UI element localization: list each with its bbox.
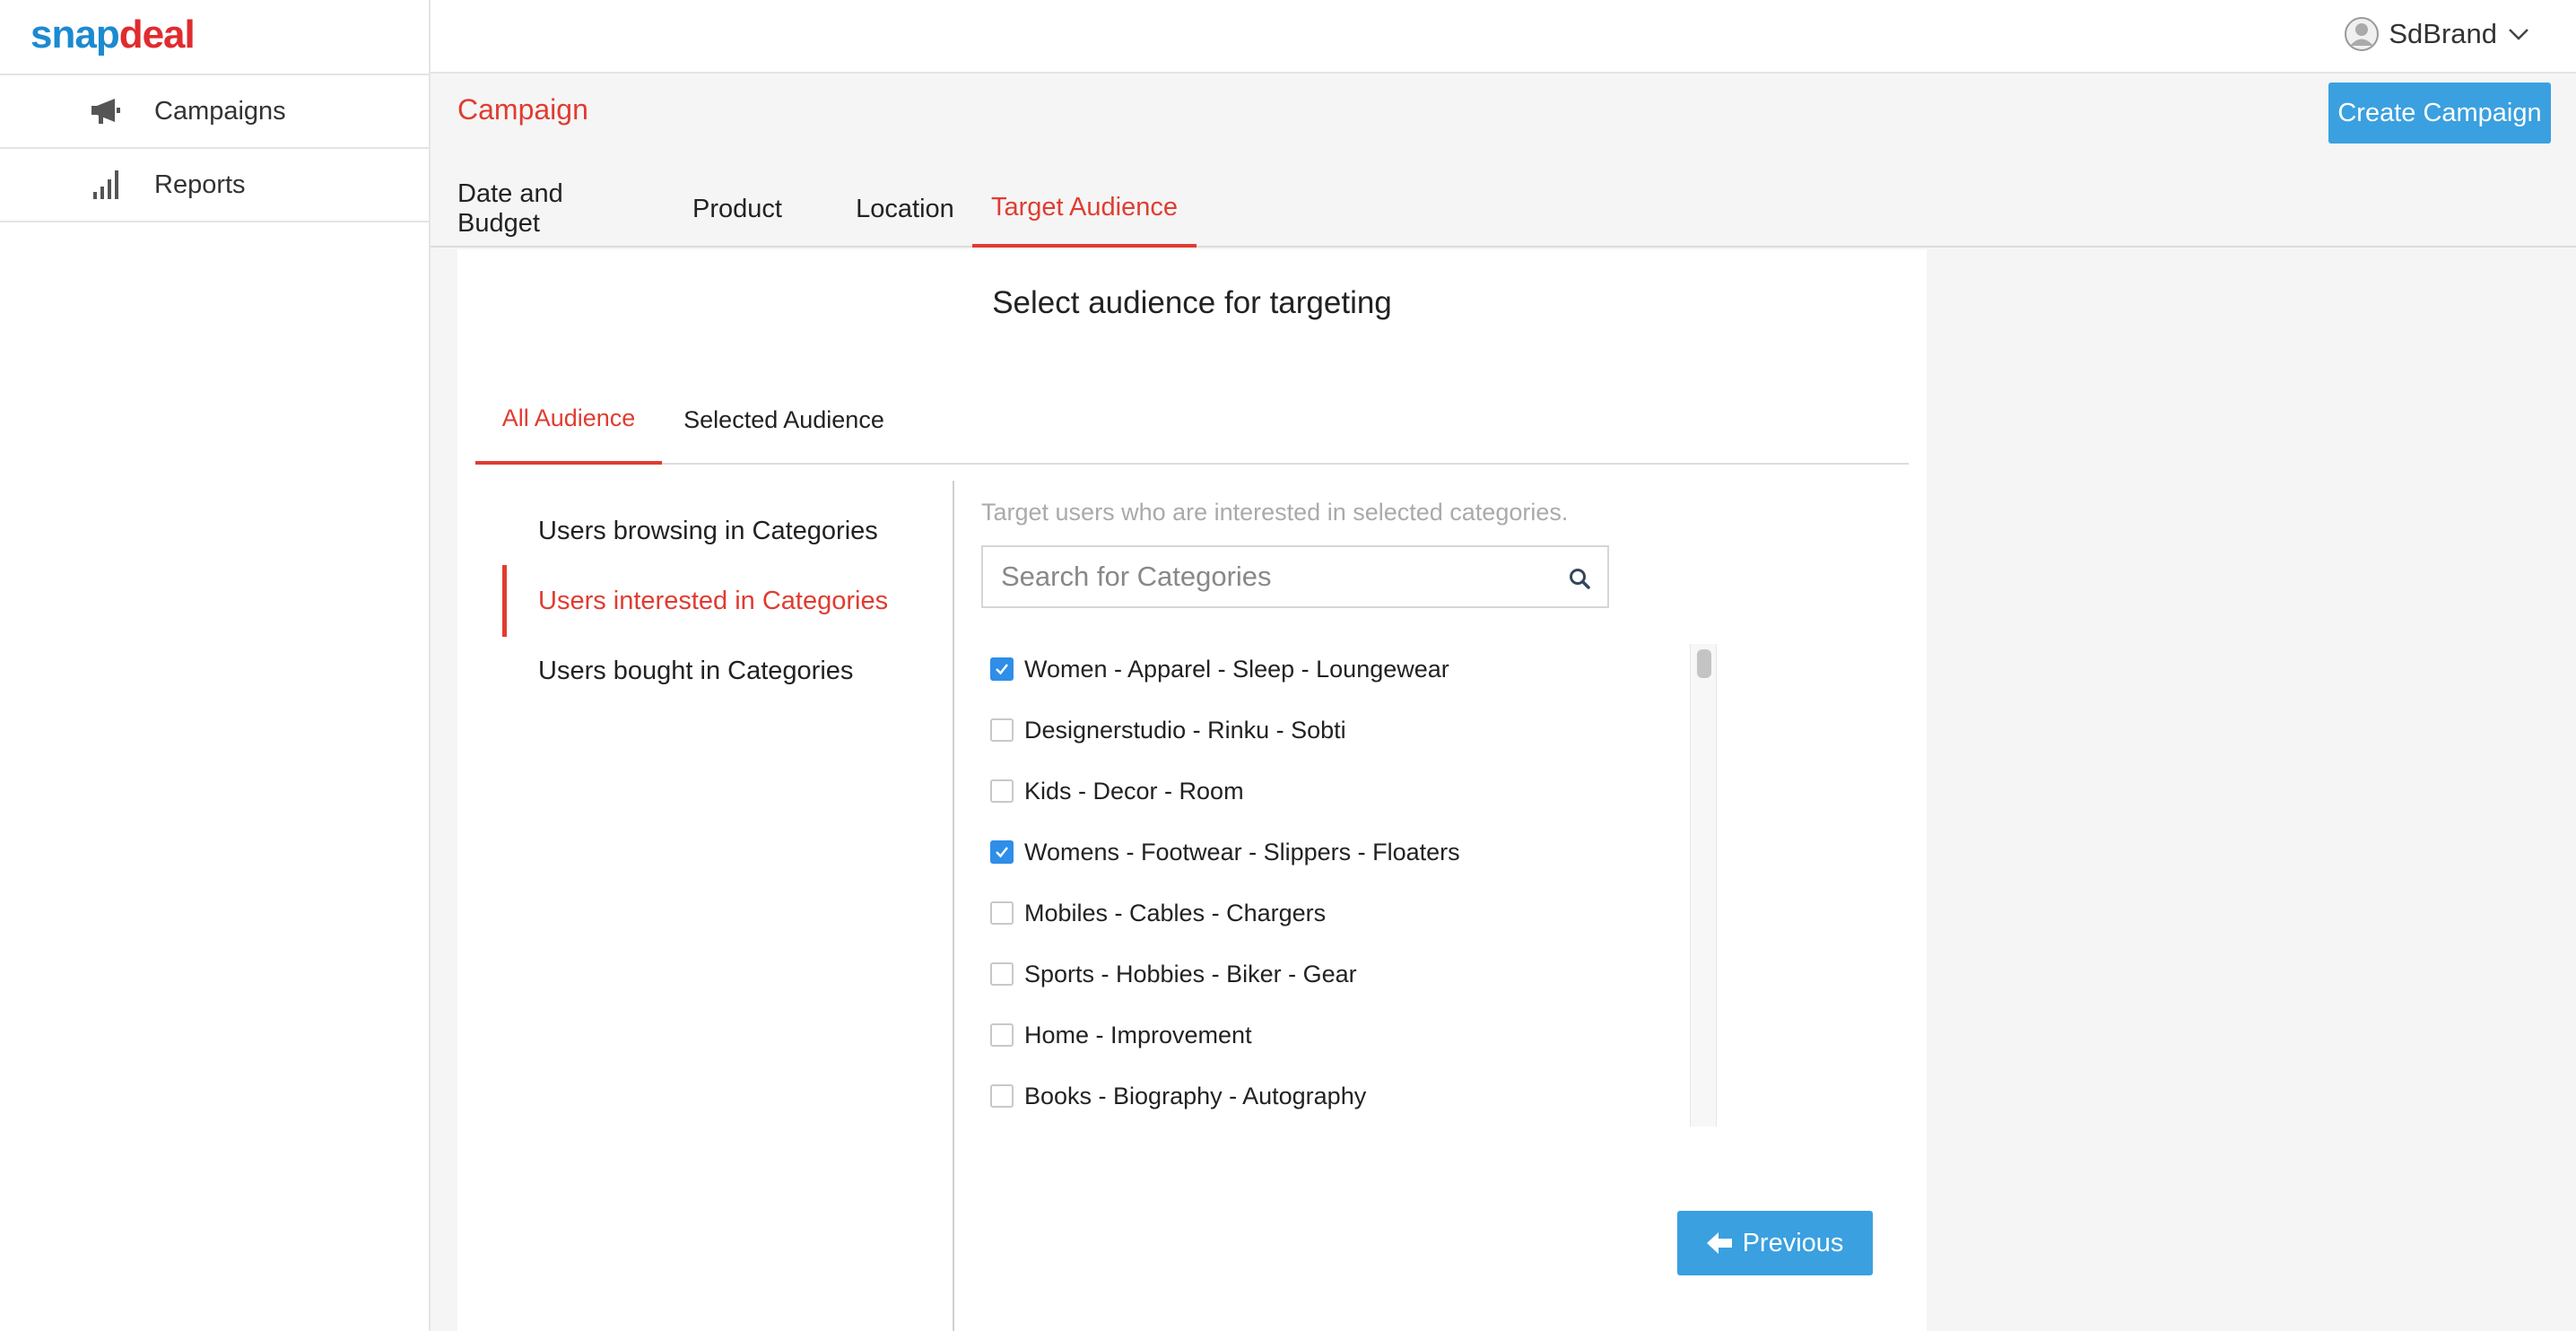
create-campaign-button[interactable]: Create Campaign bbox=[2328, 83, 2551, 144]
list-item[interactable]: Designerstudio - Rinku - Sobti bbox=[981, 712, 1346, 748]
previous-button[interactable]: Previous bbox=[1677, 1211, 1873, 1275]
category-checkbox[interactable] bbox=[990, 901, 1014, 925]
list-item[interactable]: Women - Apparel - Sleep - Loungewear bbox=[981, 651, 1449, 687]
category-checkbox[interactable] bbox=[990, 1023, 1014, 1047]
category-label: Books - Biography - Autography bbox=[1024, 1082, 1367, 1109]
tab-target-audience[interactable]: Target Audience bbox=[972, 170, 1197, 248]
previous-button-label: Previous bbox=[1742, 1228, 1844, 1257]
tab-all-audience[interactable]: All Audience bbox=[475, 375, 662, 465]
list-item[interactable]: Sports - Hobbies - Biker - Gear bbox=[981, 956, 1357, 992]
category-checkbox[interactable] bbox=[990, 718, 1014, 742]
sidebar-item-label: Reports bbox=[154, 170, 246, 199]
search-icon[interactable] bbox=[1568, 567, 1591, 590]
page-header: Campaign bbox=[431, 75, 2576, 163]
arrow-left-icon bbox=[1706, 1232, 1732, 1254]
sidebar-item-campaigns[interactable]: Campaigns bbox=[0, 75, 429, 149]
tab-selected-audience[interactable]: Selected Audience bbox=[676, 375, 892, 465]
list-item[interactable]: Books - Biography - Autography bbox=[981, 1078, 1366, 1114]
category-label: Designerstudio - Rinku - Sobti bbox=[1024, 716, 1346, 744]
megaphone-icon bbox=[88, 95, 124, 127]
hint-text: Target users who are interested in selec… bbox=[981, 499, 1569, 526]
sidebar: snapdeal Campaigns Reports bbox=[0, 0, 431, 1331]
tab-location[interactable]: Location bbox=[834, 170, 976, 248]
menu-item-users-interested[interactable]: Users interested in Categories bbox=[502, 565, 951, 637]
tab-product[interactable]: Product bbox=[691, 170, 784, 248]
logo-text-deal: deal bbox=[118, 13, 196, 57]
user-avatar-icon bbox=[2344, 16, 2380, 52]
divider bbox=[953, 481, 954, 1331]
page-title: Campaign bbox=[457, 93, 588, 126]
bar-chart-icon bbox=[88, 169, 124, 201]
menu-item-users-browsing[interactable]: Users browsing in Categories bbox=[502, 495, 951, 567]
logo-text-snap: snap bbox=[30, 13, 120, 57]
category-label: Women - Apparel - Sleep - Loungewear bbox=[1024, 655, 1449, 683]
category-list-scrollbar[interactable] bbox=[1690, 644, 1717, 1127]
category-label: Kids - Decor - Room bbox=[1024, 777, 1244, 805]
list-item[interactable]: Home - Improvement bbox=[981, 1017, 1252, 1053]
category-search-input[interactable] bbox=[983, 547, 1557, 606]
category-search-box bbox=[981, 545, 1609, 608]
top-bar: SdBrand bbox=[431, 0, 2576, 74]
audience-subtabs: All Audience Selected Audience bbox=[475, 375, 1909, 465]
category-checkbox[interactable] bbox=[990, 962, 1014, 986]
category-label: Mobiles - Cables - Chargers bbox=[1024, 899, 1327, 926]
list-item[interactable]: Mobiles - Cables - Chargers bbox=[981, 895, 1326, 931]
sidebar-item-label: Campaigns bbox=[154, 96, 286, 126]
target-audience-card: Select audience for targeting All Audien… bbox=[457, 249, 1927, 1331]
campaign-steps-tabs: Date and Budget Product Location Target … bbox=[431, 170, 2576, 248]
snapdeal-logo[interactable]: snapdeal bbox=[30, 13, 196, 57]
user-menu[interactable]: SdBrand bbox=[2344, 16, 2529, 52]
list-item[interactable]: Womens - Footwear - Slippers - Floaters bbox=[981, 834, 1460, 870]
category-label: Womens - Footwear - Slippers - Floaters bbox=[1024, 838, 1460, 866]
category-label: Sports - Hobbies - Biker - Gear bbox=[1024, 960, 1357, 987]
chevron-down-icon bbox=[2508, 27, 2529, 41]
sidebar-item-reports[interactable]: Reports bbox=[0, 149, 429, 222]
list-item[interactable]: Kids - Decor - Room bbox=[981, 773, 1244, 809]
category-checkbox[interactable] bbox=[990, 1084, 1014, 1108]
category-checkbox[interactable] bbox=[990, 657, 1014, 681]
card-title: Select audience for targeting bbox=[992, 285, 1392, 320]
scrollbar-thumb[interactable] bbox=[1697, 649, 1711, 678]
category-checkbox[interactable] bbox=[990, 840, 1014, 864]
category-list: Women - Apparel - Sleep - Loungewear Des… bbox=[981, 644, 1663, 1128]
category-checkbox[interactable] bbox=[990, 779, 1014, 803]
category-label: Home - Improvement bbox=[1024, 1021, 1252, 1048]
tab-date-and-budget[interactable]: Date and Budget bbox=[457, 170, 649, 248]
menu-item-users-bought[interactable]: Users bought in Categories bbox=[502, 635, 951, 707]
user-name: SdBrand bbox=[2389, 18, 2497, 49]
